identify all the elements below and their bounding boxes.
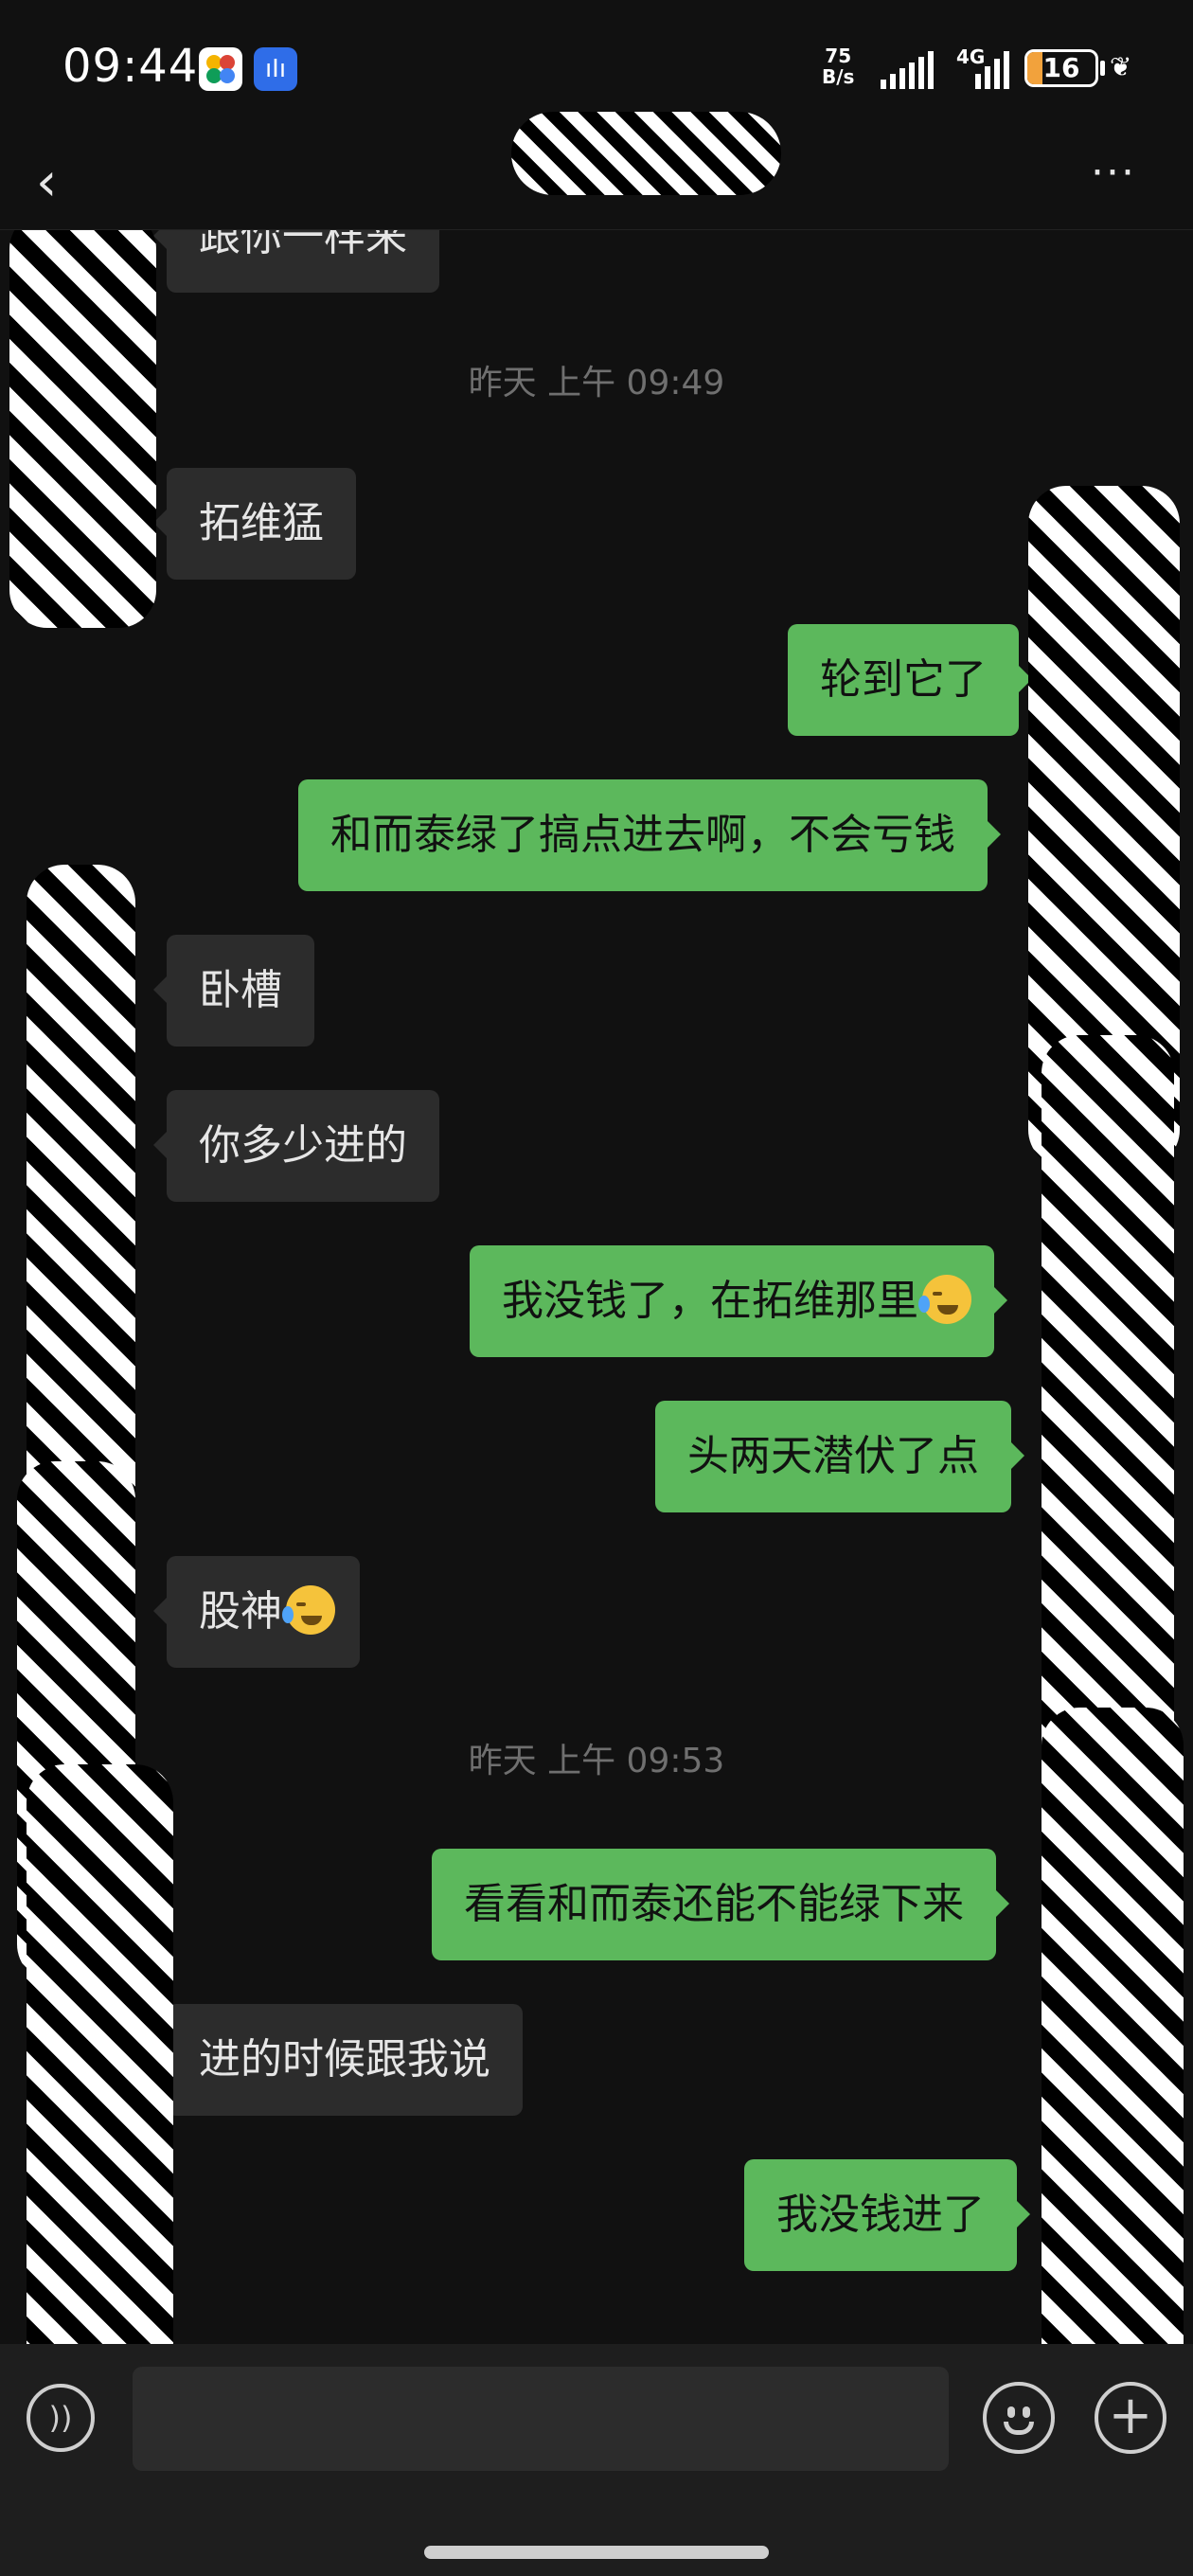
voice-recorder-icon: ıIı bbox=[254, 47, 297, 91]
battery-icon: 16 bbox=[1024, 49, 1098, 87]
net-speed-unit: B/s bbox=[822, 65, 855, 88]
battery-cap bbox=[1100, 61, 1105, 76]
message-text: 进的时候跟我说 bbox=[199, 2035, 490, 2084]
message-timestamp: 昨天 上午 09:49 bbox=[468, 364, 725, 402]
avatar-redacted[interactable] bbox=[27, 1764, 173, 2344]
back-icon[interactable]: ‹ bbox=[36, 150, 93, 216]
message-incoming[interactable]: 拓维猛 bbox=[153, 468, 356, 580]
chat-title-redacted bbox=[511, 112, 781, 195]
message-input[interactable] bbox=[133, 2367, 949, 2471]
message-text: 你多少进的 bbox=[199, 1121, 407, 1170]
message-text: 卧槽 bbox=[199, 966, 282, 1014]
message-text: 跟你一样来 bbox=[199, 230, 407, 260]
emoji-icon[interactable] bbox=[983, 2382, 1055, 2454]
avatar-redacted[interactable] bbox=[27, 865, 135, 1547]
message-text: 头两天潜伏了点 bbox=[687, 1432, 979, 1480]
crying-laughing-emoji bbox=[282, 1585, 335, 1635]
message-text: 我没钱了，在拓维那里 bbox=[502, 1277, 918, 1325]
crying-laughing-emoji bbox=[918, 1275, 971, 1324]
voice-input-icon[interactable]: )) bbox=[27, 2384, 95, 2452]
battery-level: 16 bbox=[1042, 52, 1080, 83]
message-incoming[interactable]: 股神 bbox=[153, 1556, 360, 1668]
net-speed-value: 75 bbox=[825, 45, 852, 67]
message-text: 股神 bbox=[199, 1587, 282, 1636]
message-text: 轮到它了 bbox=[820, 655, 987, 704]
message-outgoing[interactable]: 头两天潜伏了点 bbox=[655, 1401, 1024, 1512]
message-timestamp: 昨天 上午 09:53 bbox=[468, 1742, 725, 1780]
message-text: 看看和而泰还能不能绿下来 bbox=[464, 1880, 964, 1928]
message-incoming[interactable]: 你多少进的 bbox=[153, 1090, 439, 1202]
message-outgoing[interactable]: 我没钱进了 bbox=[744, 2159, 1030, 2271]
signal-4g-icon bbox=[975, 49, 1009, 89]
photos-app-icon bbox=[199, 47, 242, 91]
message-outgoing[interactable]: 我没钱了，在拓维那里 bbox=[470, 1245, 1007, 1357]
signal-icon bbox=[881, 49, 934, 89]
message-outgoing[interactable]: 看看和而泰还能不能绿下来 bbox=[432, 1849, 1009, 1960]
message-text: 拓维猛 bbox=[199, 499, 324, 547]
net-speed: 75 B/s bbox=[822, 45, 854, 87]
status-time: 09:44 bbox=[62, 40, 199, 93]
more-options-icon[interactable]: ··· bbox=[1091, 150, 1157, 216]
message-incoming[interactable]: 跟你一样来 bbox=[153, 230, 439, 293]
message-outgoing[interactable]: 轮到它了 bbox=[788, 624, 1032, 736]
message-incoming[interactable]: 进的时候跟我说 bbox=[153, 2004, 523, 2116]
message-outgoing[interactable]: 和而泰绿了搞点进去啊，不会亏钱 bbox=[298, 779, 1001, 891]
leaf-icon: ❦ bbox=[1110, 51, 1132, 82]
plus-icon[interactable]: + bbox=[1095, 2382, 1166, 2454]
home-indicator[interactable] bbox=[424, 2546, 769, 2559]
message-text: 和而泰绿了搞点进去啊，不会亏钱 bbox=[330, 811, 955, 859]
avatar-redacted[interactable] bbox=[9, 230, 156, 628]
input-bar: )) + bbox=[0, 2344, 1193, 2576]
avatar-redacted[interactable] bbox=[1042, 1708, 1184, 2344]
message-list[interactable]: 跟你一样来 昨天 上午 09:49 拓维猛 轮到它了 和而泰绿了搞点进去啊，不会… bbox=[0, 230, 1193, 2344]
message-incoming[interactable]: 卧槽 bbox=[153, 935, 314, 1046]
message-text: 我没钱进了 bbox=[776, 2191, 985, 2239]
